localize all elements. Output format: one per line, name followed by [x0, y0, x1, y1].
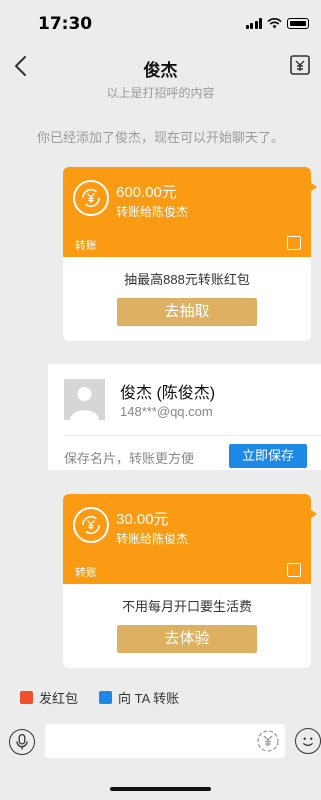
status-bar: 17:30	[0, 0, 321, 48]
promo-text: 不用每月开口要生活费	[121, 599, 252, 614]
contact-email: 148***@qq.com	[120, 404, 213, 419]
transfer-description: 转账给陈俊杰	[116, 205, 189, 219]
battery-icon	[287, 18, 309, 29]
transfer-message[interactable]: 600.00元 转账给陈俊杰 转账 抽最高888元转账红包 去抽取	[63, 167, 317, 341]
emoji-icon[interactable]	[295, 728, 321, 754]
bill-icon[interactable]	[289, 54, 311, 76]
transfer-promo: 抽最高888元转账红包 去抽取	[63, 257, 311, 341]
transfer-amount: 600.00元	[116, 184, 177, 201]
transfer-icon	[73, 180, 109, 216]
transfer-message[interactable]: 30.00元 转账给陈俊杰 转账 不用每月开口要生活费 去体验	[63, 494, 317, 668]
quick-actions-bar: 发红包 向 TA 转账	[0, 676, 321, 716]
system-notice: 你已经添加了俊杰，现在可以开始聊天了。	[36, 130, 284, 145]
wifi-icon	[267, 18, 282, 29]
transfer-to-ta-button[interactable]: 向 TA 转账	[99, 688, 179, 707]
page-title: 俊杰	[143, 61, 178, 80]
transfer-header: 30.00元 转账给陈俊杰 转账	[63, 494, 317, 584]
home-indicator	[110, 787, 211, 791]
transfer-promo: 不用每月开口要生活费 去体验	[63, 584, 311, 668]
input-bar	[0, 720, 321, 768]
transfer-description: 转账给陈俊杰	[116, 532, 189, 546]
status-time: 17:30	[38, 14, 93, 34]
contact-name: 俊杰 (陈俊杰)	[120, 385, 216, 402]
transfer-shortcut-icon[interactable]	[256, 729, 280, 753]
quick-action-label: 向 TA 转账	[118, 691, 180, 706]
red-envelope-button[interactable]: 发红包	[20, 688, 78, 707]
microphone-icon[interactable]	[9, 729, 35, 755]
message-input[interactable]	[45, 724, 285, 758]
transfer-icon	[73, 507, 109, 543]
contact-card[interactable]: 俊杰 (陈俊杰) 148***@qq.com 保存名片，转账更方便 立即保存	[48, 364, 321, 470]
red-envelope-icon	[20, 691, 33, 704]
save-hint: 保存名片，转账更方便	[64, 451, 195, 466]
avatar	[64, 379, 105, 420]
alipay-logo-icon	[287, 563, 301, 577]
page-subtitle: 以上是打招呼的内容	[106, 86, 215, 100]
try-button[interactable]: 去体验	[117, 625, 257, 653]
transfer-header: 600.00元 转账给陈俊杰 转账	[63, 167, 317, 257]
nav-bar: 俊杰 以上是打招呼的内容	[0, 48, 321, 108]
quick-action-label: 发红包	[39, 691, 79, 706]
default-avatar-icon	[70, 387, 99, 420]
divider	[64, 435, 321, 436]
promo-text: 抽最高888元转账红包	[124, 272, 250, 287]
transfer-label: 转账	[75, 240, 97, 252]
transfer-amount: 30.00元	[116, 511, 169, 528]
status-icons	[245, 18, 309, 29]
transfer-label: 转账	[75, 567, 97, 579]
transfer-icon	[99, 691, 112, 704]
alipay-logo-icon	[287, 236, 301, 250]
draw-button[interactable]: 去抽取	[117, 298, 257, 326]
signal-icon	[245, 18, 262, 29]
save-contact-button[interactable]: 立即保存	[229, 444, 307, 468]
